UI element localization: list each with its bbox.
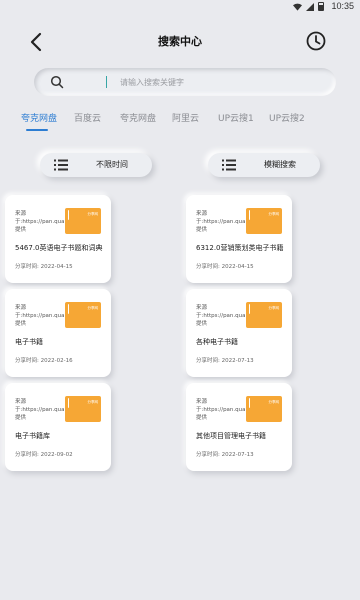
thumb-label: 分享网 (87, 212, 99, 216)
search-input[interactable] (120, 73, 320, 91)
result-card[interactable]: 来源于:https://pan.quark.com/提供 分享网 电子书籍 分享… (5, 289, 111, 377)
card-title: 其他项目管理电子书籍 (196, 432, 266, 440)
thumb-label: 分享网 (87, 306, 99, 310)
card-source: 来源于:https://pan.quark.com/提供 (196, 399, 267, 421)
active-tab-indicator (26, 129, 48, 131)
result-card[interactable]: 来源于:https://pan.quark.com/提供 分享网 电子书籍库 分… (5, 383, 111, 471)
card-title: 6312.0营销策划类电子书籍 (196, 244, 284, 252)
header: 搜索中心 (0, 22, 360, 62)
tab-quark-1[interactable]: 夸克网盘 (21, 111, 57, 124)
result-card[interactable]: 来源于:https://pan.quark.com/提供 分享网 其他项目管理电… (186, 383, 292, 471)
tab-baidu[interactable]: 百度云 (74, 111, 101, 124)
tab-quark-2[interactable]: 夸克网盘 (120, 111, 156, 124)
time-filter-label: 不限时间 (96, 160, 128, 169)
card-title: 电子书籍库 (15, 432, 50, 440)
fuzzy-search-button[interactable]: 模糊搜索 (208, 153, 320, 177)
card-source: 来源于:https://pan.quark.com/提供 (15, 211, 86, 233)
list-icon (54, 159, 68, 171)
list-icon (222, 159, 236, 171)
card-source: 来源于:https://pan.quark.com/提供 (196, 211, 267, 233)
card-date: 分享时间: 2022-04-15 (15, 264, 73, 270)
result-card[interactable]: 来源于:https://pan.quark.com/提供 分享网 各种电子书籍 … (186, 289, 292, 377)
signal-icon (306, 2, 314, 11)
source-tabs: 夸克网盘 百度云 夸克网盘 阿里云 UP云搜1 UP云搜2 (0, 111, 360, 131)
result-card[interactable]: 来源于:https://pan.quark.com/提供 分享网 6312.0营… (186, 195, 292, 283)
card-thumbnail: 分享网 (65, 208, 101, 234)
card-date: 分享时间: 2022-07-13 (196, 452, 254, 458)
card-date: 分享时间: 2022-02-16 (15, 358, 73, 364)
card-date: 分享时间: 2022-04-15 (196, 264, 254, 270)
card-title: 电子书籍 (15, 338, 43, 346)
search-bar[interactable] (34, 68, 336, 96)
tab-up-search-1[interactable]: UP云搜1 (218, 111, 254, 124)
card-date: 分享时间: 2022-09-02 (15, 452, 73, 458)
time-filter-button[interactable]: 不限时间 (40, 153, 152, 177)
card-thumbnail: 分享网 (65, 396, 101, 422)
thumb-label: 分享网 (268, 400, 280, 404)
history-button[interactable] (305, 30, 327, 52)
card-source: 来源于:https://pan.quark.com/提供 (196, 305, 267, 327)
text-cursor (106, 76, 107, 88)
card-source: 来源于:https://pan.quark.com/提供 (15, 399, 86, 421)
status-icons (293, 2, 324, 11)
thumb-label: 分享网 (87, 400, 99, 404)
thumb-label: 分享网 (268, 306, 280, 310)
card-source: 来源于:https://pan.quark.com/提供 (15, 305, 86, 327)
card-thumbnail: 分享网 (246, 396, 282, 422)
battery-icon (318, 2, 324, 11)
card-title: 5467.0英语电子书题和词典 (15, 244, 103, 252)
fuzzy-search-label: 模糊搜索 (264, 160, 296, 169)
card-thumbnail: 分享网 (65, 302, 101, 328)
status-time: 10:35 (331, 1, 354, 11)
tab-up-search-2[interactable]: UP云搜2 (269, 111, 305, 124)
search-icon (50, 75, 64, 89)
status-bar: 10:35 (0, 0, 360, 14)
card-thumbnail: 分享网 (246, 208, 282, 234)
tab-aliyun[interactable]: 阿里云 (172, 111, 199, 124)
result-card[interactable]: 来源于:https://pan.quark.com/提供 分享网 5467.0英… (5, 195, 111, 283)
card-title: 各种电子书籍 (196, 338, 238, 346)
wifi-icon (293, 3, 302, 11)
card-thumbnail: 分享网 (246, 302, 282, 328)
card-date: 分享时间: 2022-07-13 (196, 358, 254, 364)
clock-icon (306, 31, 326, 51)
thumb-label: 分享网 (268, 212, 280, 216)
